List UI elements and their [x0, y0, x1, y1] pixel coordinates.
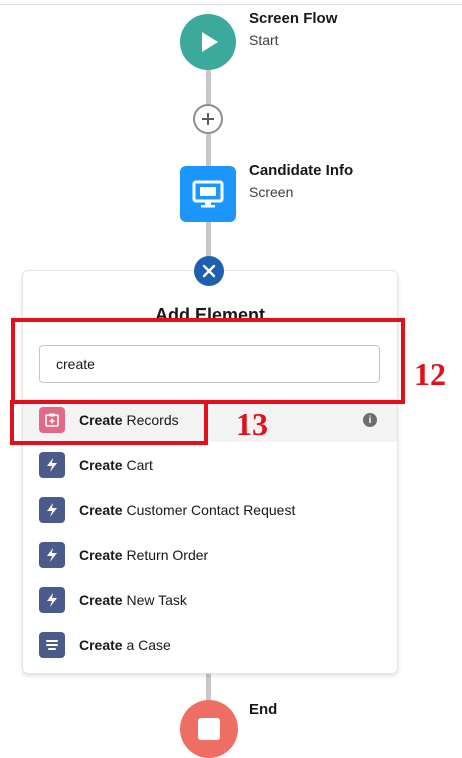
screen-icon: [192, 180, 224, 208]
start-node[interactable]: [180, 14, 236, 70]
connector-screen-close: [206, 222, 211, 256]
close-icon: [202, 264, 216, 278]
list-item-label: Create Cart: [79, 457, 153, 473]
start-node-title: Screen Flow: [249, 10, 338, 27]
close-panel-button[interactable]: [194, 256, 224, 286]
add-element-button[interactable]: [193, 104, 223, 134]
start-node-subtitle: Start: [249, 32, 279, 48]
screen-node[interactable]: [180, 166, 236, 222]
end-node[interactable]: [180, 700, 238, 758]
list-item-label: Create Customer Contact Request: [79, 502, 296, 518]
play-icon: [202, 32, 218, 52]
top-divider: [0, 4, 462, 5]
stop-icon: [198, 718, 220, 740]
list-item-create-new-task[interactable]: Create New Task: [23, 578, 397, 622]
info-icon[interactable]: i: [363, 413, 377, 427]
list-item-create-return-order[interactable]: Create Return Order: [23, 533, 397, 577]
lightning-icon: [39, 452, 65, 478]
lightning-icon: [39, 497, 65, 523]
list-item-label: Create a Case: [79, 637, 171, 653]
connector-panel-end: [206, 672, 211, 700]
screen-node-subtitle: Screen: [249, 184, 294, 200]
list-item-label: Create Return Order: [79, 547, 209, 563]
list-item-create-customer-contact-request[interactable]: Create Customer Contact Request: [23, 488, 397, 532]
lightning-icon: [39, 587, 65, 613]
annotation-label-12: 12: [414, 356, 446, 392]
lightning-icon: [39, 542, 65, 568]
connector-plus-screen: [206, 134, 211, 166]
annotation-label-13: 13: [236, 406, 268, 442]
end-node-title: End: [249, 701, 278, 718]
list-item-label: Create New Task: [79, 592, 187, 608]
case-icon: [39, 632, 65, 658]
annotation-box-create-records: [10, 400, 208, 445]
list-item-create-cart[interactable]: Create Cart: [23, 443, 397, 487]
screen-node-title: Candidate Info: [249, 162, 354, 179]
annotation-box-search: [11, 318, 405, 404]
connector-start-plus: [206, 70, 211, 104]
plus-icon: [202, 113, 214, 125]
list-item-create-a-case[interactable]: Create a Case: [23, 623, 397, 667]
